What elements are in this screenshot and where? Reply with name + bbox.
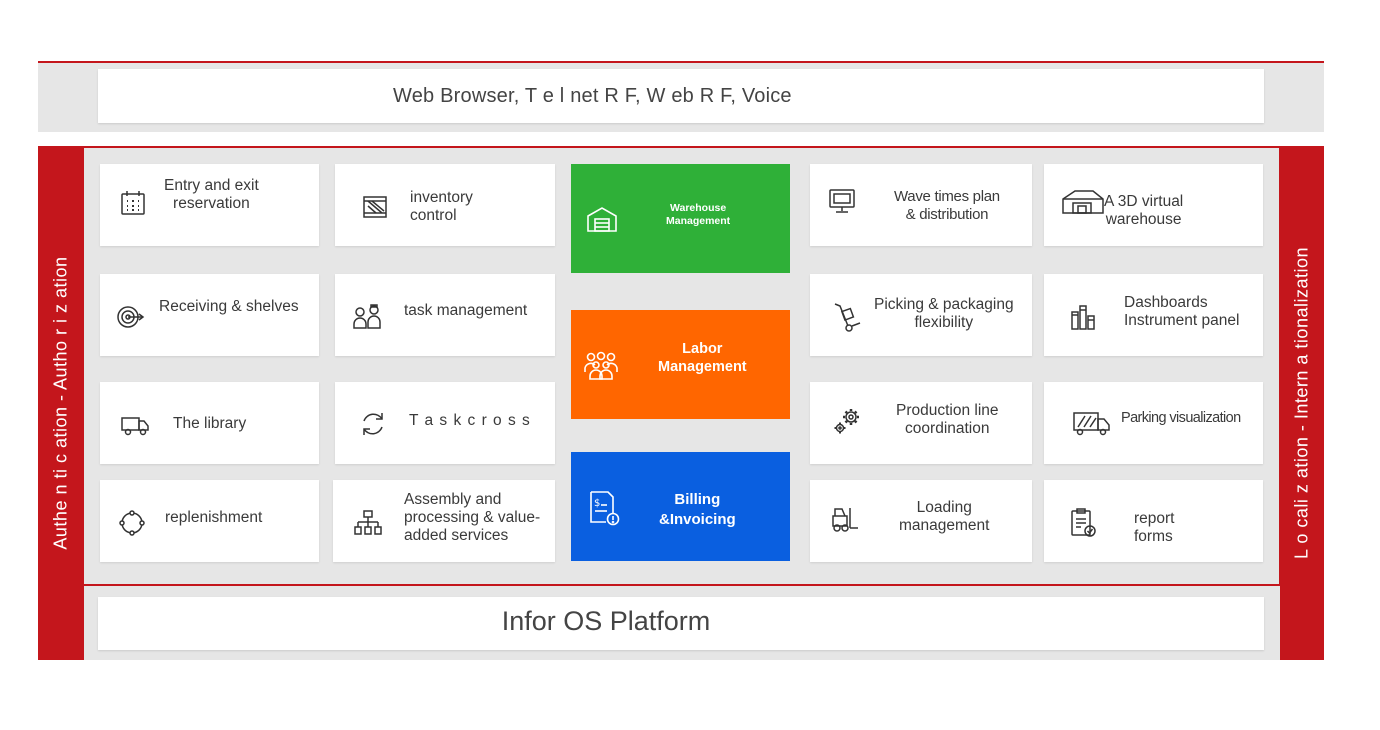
module-label: Parking visualization xyxy=(1121,410,1241,426)
bar-chart-icon xyxy=(1068,302,1098,332)
module-label: replenishment xyxy=(165,509,263,526)
group-icon xyxy=(583,350,619,382)
svg-text:$: $ xyxy=(594,498,600,509)
module-label: Wave times plan & distribution xyxy=(894,188,1000,223)
module-inventory-control: inventory control xyxy=(335,164,555,246)
module-task-management: task management xyxy=(335,274,555,356)
hierarchy-icon xyxy=(353,508,383,538)
target-icon xyxy=(115,302,145,332)
module-the-library: The library xyxy=(100,382,319,464)
module-report-forms: report forms xyxy=(1044,480,1263,562)
module-billing-invoicing: $ Billing &Invoicing xyxy=(571,452,790,561)
module-label: Picking & packaging flexibility xyxy=(874,296,1014,331)
truck-icon xyxy=(120,409,150,439)
module-entry-exit-reservation: Entry and exit reservation xyxy=(100,164,319,246)
authentication-bar: Authe n ti c ation - Autho r i z ation xyxy=(38,146,84,660)
module-receiving-shelves: Receiving & shelves xyxy=(100,274,319,356)
module-label: report forms xyxy=(1134,510,1175,545)
module-dashboards: Dashboards Instrument panel xyxy=(1044,274,1263,356)
module-label: A 3D virtual warehouse xyxy=(1104,193,1184,228)
module-production-line: Production line coordination xyxy=(810,382,1032,464)
module-label: Billing &Invoicing xyxy=(659,491,736,528)
module-label: The library xyxy=(173,415,247,432)
module-label: Warehouse Management xyxy=(666,202,731,227)
cycle-icon xyxy=(117,508,147,538)
refresh-icon xyxy=(358,409,388,439)
parking-truck-icon xyxy=(1071,407,1111,437)
module-3d-virtual-warehouse: A 3D virtual warehouse xyxy=(1044,164,1263,246)
crate-icon xyxy=(360,192,390,222)
warehouse-icon xyxy=(585,204,619,234)
localization-label: L o cali z ation - Intern a tionalizatio… xyxy=(1291,247,1311,559)
authentication-label: Authe n ti c ation - Autho r i z ation xyxy=(50,256,71,550)
client-channels-box: Web Browser, T e l net R F, W eb R F, Vo… xyxy=(98,69,1264,123)
invoice-icon: $ xyxy=(588,490,620,526)
module-replenishment: replenishment xyxy=(100,480,319,562)
localization-bar: L o cali z ation - Intern a tionalizatio… xyxy=(1279,146,1324,660)
module-label: Production line coordination xyxy=(896,402,999,437)
module-picking-packaging: Picking & packaging flexibility xyxy=(810,274,1032,356)
module-loading-management: Loading management xyxy=(810,480,1032,562)
module-label: Dashboards Instrument panel xyxy=(1124,294,1240,329)
module-label: task management xyxy=(404,302,528,319)
calendar-icon xyxy=(118,188,148,218)
module-warehouse-management: Warehouse Management xyxy=(571,164,790,273)
module-label: Receiving & shelves xyxy=(159,298,299,315)
module-label: inventory control xyxy=(410,189,473,224)
module-wave-times-plan: Wave times plan & distribution xyxy=(810,164,1032,246)
module-labor-management: Labor Management xyxy=(571,310,790,419)
module-label: Labor Management xyxy=(658,341,747,375)
monitor-icon xyxy=(827,186,857,216)
hand-truck-icon xyxy=(832,302,862,332)
warehouse-3d-icon xyxy=(1061,187,1105,217)
forklift-icon xyxy=(830,504,860,534)
module-label: Assembly and processing & value- added s… xyxy=(404,491,541,544)
module-task-cross: T a s k c r o s s xyxy=(335,382,555,464)
module-parking-visualization: Parking visualization xyxy=(1044,382,1263,464)
platform-box: Infor OS Platform xyxy=(98,597,1264,650)
module-label: Loading management xyxy=(899,499,990,534)
module-label: Entry and exit reservation xyxy=(164,177,259,212)
report-icon xyxy=(1068,508,1098,538)
module-assembly-processing: Assembly and processing & value- added s… xyxy=(333,480,555,562)
people-icon xyxy=(352,302,382,332)
client-channels-label: Web Browser, T e l net R F, W eb R F, Vo… xyxy=(393,84,792,107)
platform-label: Infor OS Platform xyxy=(501,606,711,636)
gears-icon xyxy=(832,406,862,436)
module-label: T a s k c r o s s xyxy=(409,412,531,429)
